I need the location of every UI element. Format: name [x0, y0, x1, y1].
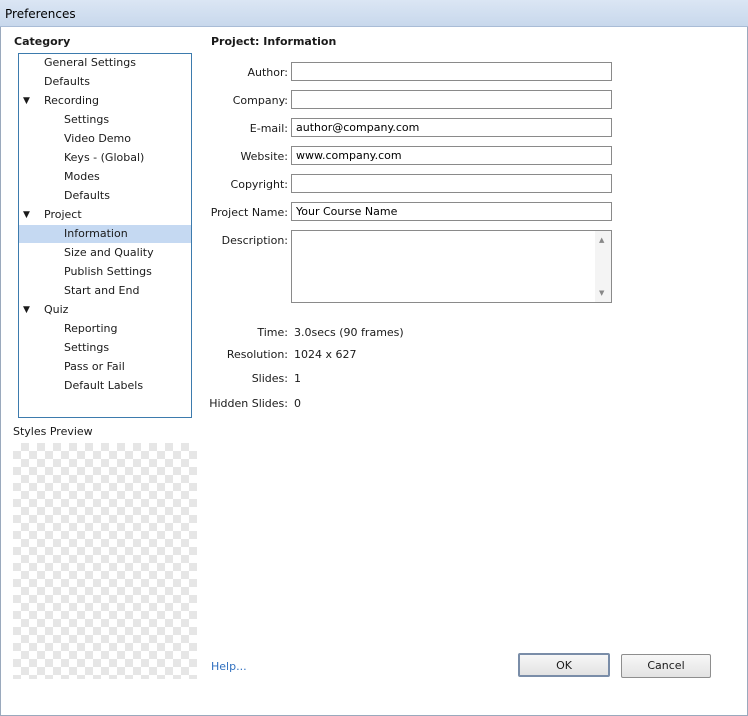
time-label: Time: — [257, 326, 288, 339]
tree-item-settings[interactable]: Settings — [19, 339, 191, 357]
description-scrollbar[interactable]: ▲ ▼ — [595, 231, 611, 302]
tree-item-project[interactable]: ▼ Project — [19, 206, 191, 224]
copyright-field[interactable] — [291, 174, 612, 193]
tree-item-label: Default Labels — [64, 379, 144, 392]
website-field[interactable] — [291, 146, 612, 165]
tree-item-label: Modes — [64, 170, 100, 183]
company-field[interactable] — [291, 90, 612, 109]
tree-item-modes[interactable]: Modes — [19, 168, 191, 186]
tree-item-label: Defaults — [64, 189, 110, 202]
tree-item-label: Video Demo — [64, 132, 131, 145]
tree-item-quiz[interactable]: ▼ Quiz — [19, 301, 191, 319]
tree-item-general-settings[interactable]: General Settings — [19, 54, 191, 72]
tree-item-pass-or-fail[interactable]: Pass or Fail — [19, 358, 191, 376]
resolution-label: Resolution: — [226, 348, 288, 361]
website-label: Website: — [240, 150, 288, 163]
slides-value: 1 — [294, 372, 301, 385]
tree-item-keys-global[interactable]: Keys - (Global) — [19, 149, 191, 167]
tree-item-label: Start and End — [64, 284, 140, 297]
tree-item-start-and-end[interactable]: Start and End — [19, 282, 191, 300]
tree-item-reporting[interactable]: Reporting — [19, 320, 191, 338]
tree-item-label: Settings — [64, 113, 110, 126]
tree-item-information[interactable]: Information — [19, 225, 191, 243]
category-tree[interactable]: General Settings Defaults ▼ Recording Settin… — [18, 53, 192, 418]
time-value: 3.0secs (90 frames) — [294, 326, 404, 339]
tree-item-default-labels[interactable]: Default Labels — [19, 377, 191, 395]
section-title: Project: Information — [211, 35, 337, 48]
company-label: Company: — [232, 94, 288, 107]
tree-item-label: Keys - (Global) — [64, 151, 145, 164]
tree-item-label: Project — [44, 208, 82, 221]
tree-item-label: Information — [64, 227, 128, 240]
scroll-down-arrow-icon[interactable]: ▼ — [599, 289, 604, 297]
tree-item-settings[interactable]: Settings — [19, 111, 191, 129]
project-name-label: Project Name: — [210, 206, 288, 219]
help-link[interactable]: Help... — [211, 660, 247, 673]
tree-item-defaults[interactable]: Defaults — [19, 73, 191, 91]
tree-item-label: Recording — [44, 94, 100, 107]
hidden-slides-label: Hidden Slides: — [209, 397, 288, 410]
tree-item-recording[interactable]: ▼ Recording — [19, 92, 191, 110]
styles-preview-label: Styles Preview — [13, 425, 93, 438]
author-label: Author: — [247, 66, 288, 79]
copyright-label: Copyright: — [230, 178, 288, 191]
slides-label: Slides: — [251, 372, 288, 385]
tree-item-label: Settings — [64, 341, 110, 354]
expand-triangle-icon[interactable]: ▼ — [23, 92, 30, 110]
tree-item-defaults[interactable]: Defaults — [19, 187, 191, 205]
email-field[interactable] — [291, 118, 612, 137]
hidden-slides-value: 0 — [294, 397, 301, 410]
tree-item-size-and-quality[interactable]: Size and Quality — [19, 244, 191, 262]
title-bar[interactable]: Preferences — [0, 0, 748, 27]
tree-item-label: Pass or Fail — [64, 360, 125, 373]
description-textarea[interactable]: ▲ ▼ — [291, 230, 612, 303]
tree-item-label: Defaults — [44, 75, 90, 88]
window-title: Preferences — [5, 7, 76, 21]
tree-item-publish-settings[interactable]: Publish Settings — [19, 263, 191, 281]
description-label: Description: — [221, 234, 288, 247]
cancel-button[interactable]: Cancel — [621, 654, 711, 678]
tree-item-label: Quiz — [44, 303, 69, 316]
tree-item-label: Size and Quality — [64, 246, 154, 259]
tree-item-label: Publish Settings — [64, 265, 152, 278]
expand-triangle-icon[interactable]: ▼ — [23, 206, 30, 224]
tree-item-label: Reporting — [64, 322, 118, 335]
project-name-field[interactable] — [291, 202, 612, 221]
email-label: E-mail: — [249, 122, 288, 135]
category-heading: Category — [14, 35, 71, 48]
author-field[interactable] — [291, 62, 612, 81]
tree-item-video-demo[interactable]: Video Demo — [19, 130, 191, 148]
resolution-value: 1024 x 627 — [294, 348, 357, 361]
ok-button[interactable]: OK — [518, 653, 610, 677]
styles-preview — [13, 443, 197, 679]
expand-triangle-icon[interactable]: ▼ — [23, 301, 30, 319]
scroll-up-arrow-icon[interactable]: ▲ — [599, 236, 604, 244]
tree-item-label: General Settings — [44, 56, 136, 69]
